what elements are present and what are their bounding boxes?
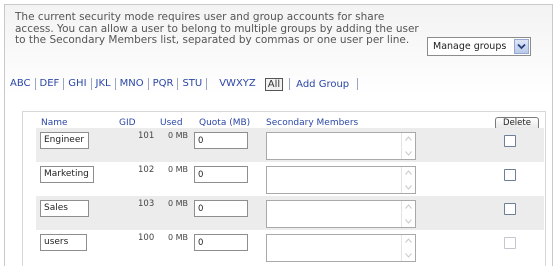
gid-value: 100 [138, 233, 155, 243]
quota-field[interactable]: 0 [194, 234, 248, 251]
alpha-link-ghi[interactable]: GHI [64, 78, 90, 90]
scroll-down-icon [405, 151, 412, 156]
mode-select[interactable]: Manage groups [427, 37, 531, 56]
alpha-link-mno[interactable]: MNO [116, 78, 148, 90]
delete-checkbox [504, 237, 516, 249]
column-header-secondary-members: Secondary Members [266, 118, 359, 128]
gid-value: 103 [138, 199, 155, 209]
chevron-down-icon[interactable] [514, 39, 529, 54]
alpha-link-vwxyz[interactable]: VWXYZ [207, 78, 260, 90]
column-header-gid: GID [119, 118, 136, 128]
delete-checkbox[interactable] [504, 203, 516, 215]
column-header-used: Used [160, 118, 183, 128]
secondary-members-textarea[interactable] [266, 200, 416, 228]
scroll-up-icon [405, 238, 412, 243]
alpha-nav: ABC DEF GHI JKL MNO PQR STU VWXYZ All Ad… [6, 77, 359, 91]
used-value: 0 MB [168, 199, 189, 208]
delete-checkbox[interactable] [504, 135, 516, 147]
mode-select-value: Manage groups [433, 41, 507, 52]
scrollbar[interactable] [401, 235, 415, 261]
intro-text: The current security mode requires user … [15, 11, 419, 46]
table-row: Sales 103 0 MB 0 [36, 196, 544, 230]
used-value: 0 MB [168, 131, 189, 140]
table-row: users 100 0 MB 0 [36, 230, 544, 264]
used-value: 0 MB [168, 165, 189, 174]
quota-field[interactable]: 0 [194, 166, 248, 183]
alpha-link-def[interactable]: DEF [36, 78, 64, 90]
scroll-up-icon [405, 136, 412, 141]
gid-value: 101 [138, 131, 155, 141]
delete-checkbox[interactable] [504, 169, 516, 181]
quota-field[interactable]: 0 [194, 132, 248, 149]
alpha-link-jkl[interactable]: JKL [92, 78, 115, 90]
scrollbar[interactable] [401, 133, 415, 159]
scroll-up-icon [405, 204, 412, 209]
secondary-members-textarea[interactable] [266, 166, 416, 194]
table-row: Engineer 101 0 MB 0 [36, 128, 544, 162]
group-name-field[interactable]: Sales [40, 200, 89, 217]
alpha-link-stu[interactable]: STU [178, 78, 206, 90]
gid-value: 102 [138, 165, 155, 175]
scroll-down-icon [405, 185, 412, 190]
alpha-link-abc[interactable]: ABC [6, 78, 35, 90]
scrollbar[interactable] [401, 201, 415, 227]
group-name-field[interactable]: users [40, 234, 87, 251]
scroll-up-icon [405, 170, 412, 175]
secondary-members-textarea[interactable] [266, 234, 416, 262]
table-row: Marketing 102 0 MB 0 [36, 162, 544, 196]
alpha-link-all[interactable]: All [264, 77, 284, 91]
group-name-field[interactable]: Marketing [40, 166, 94, 183]
divider [357, 78, 359, 90]
alpha-link-pqr[interactable]: PQR [149, 78, 178, 90]
used-value: 0 MB [168, 233, 189, 242]
scrollbar[interactable] [401, 167, 415, 193]
column-header-name: Name [41, 118, 68, 128]
quota-field[interactable]: 0 [194, 200, 248, 217]
column-header-quota: Quota (MB) [199, 118, 251, 128]
scroll-down-icon [405, 219, 412, 224]
secondary-members-textarea[interactable] [266, 132, 416, 160]
scroll-down-icon [405, 253, 412, 258]
add-group-link[interactable]: Add Group [290, 79, 357, 90]
group-name-field[interactable]: Engineer [40, 132, 89, 149]
